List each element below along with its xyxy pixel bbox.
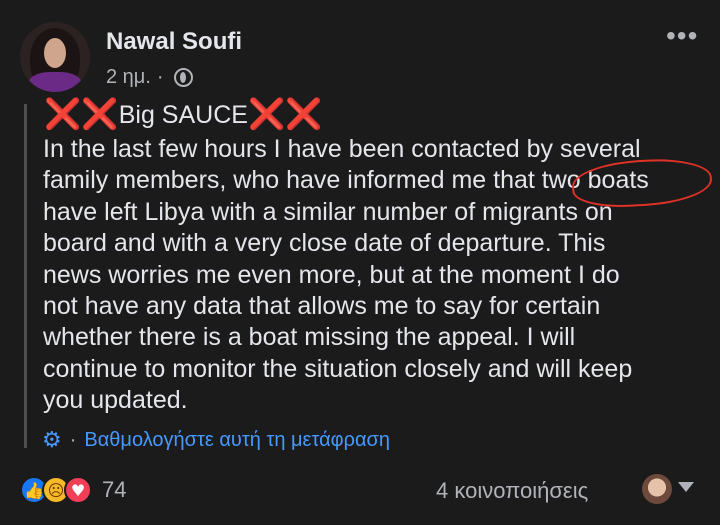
- post-timestamp[interactable]: 2 ημ.: [106, 66, 151, 89]
- shares-count[interactable]: 4 κοινοποιήσεις: [436, 478, 588, 504]
- translation-rating: ⚙ · Βαθμολογήστε αυτή τη μετάφραση: [42, 428, 390, 453]
- love-icon: ♥: [64, 476, 92, 504]
- reaction-count: 74: [102, 477, 127, 502]
- avatar-face: [44, 38, 66, 68]
- chevron-down-icon[interactable]: [678, 482, 694, 492]
- translate-separator: ·: [69, 429, 77, 451]
- author-avatar[interactable]: [20, 22, 90, 92]
- meta-separator: ·: [156, 66, 164, 88]
- post-heading: ❌❌ Big SAUCE ❌❌: [44, 100, 323, 130]
- quote-bar: [24, 104, 27, 448]
- heading-text: Big SAUCE: [118, 100, 248, 129]
- reactions-summary[interactable]: 👍 ☹ ♥ 74: [20, 476, 126, 504]
- post-meta: 2 ημ. ·: [106, 66, 193, 89]
- author-name[interactable]: Nawal Soufi: [106, 28, 242, 56]
- more-options-icon[interactable]: •••: [666, 22, 698, 50]
- viewer-avatar[interactable]: [642, 474, 672, 504]
- cross-icon: ❌❌: [44, 97, 119, 132]
- avatar-shirt: [28, 72, 82, 92]
- gear-icon[interactable]: ⚙: [42, 428, 62, 453]
- cross-icon: ❌❌: [247, 97, 323, 132]
- rate-translation-link[interactable]: Βαθμολογήστε αυτή τη μετάφραση: [84, 429, 390, 452]
- globe-icon: [173, 68, 193, 87]
- facebook-post: Nawal Soufi 2 ημ. · ••• ❌❌ Big SAUCE ❌❌ …: [0, 0, 720, 525]
